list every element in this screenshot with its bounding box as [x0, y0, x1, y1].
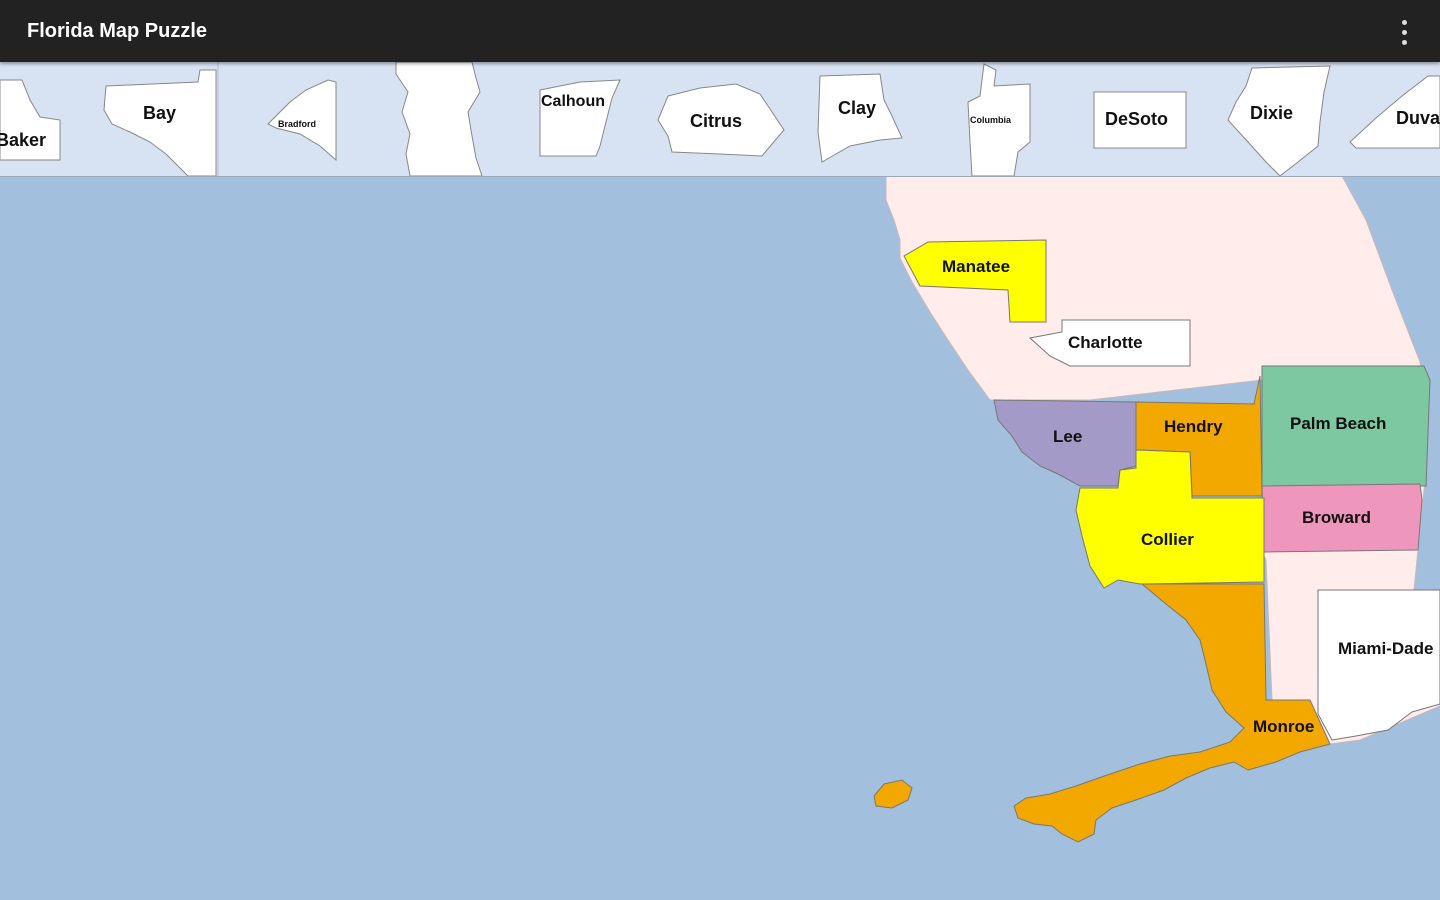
tray-piece-clay[interactable]: Clay: [817, 73, 903, 163]
tray-piece-bay[interactable]: Bay: [103, 69, 217, 176]
svg-text:Lee: Lee: [1053, 427, 1082, 446]
svg-text:Calhoun: Calhoun: [541, 93, 605, 110]
svg-text:Charlotte: Charlotte: [1068, 333, 1143, 352]
svg-text:Palm Beach: Palm Beach: [1290, 414, 1386, 433]
svg-text:Clay: Clay: [838, 98, 876, 118]
county-broward[interactable]: Broward: [1261, 483, 1423, 553]
app-title: Florida Map Puzzle: [27, 20, 208, 42]
svg-text:Collier: Collier: [1141, 530, 1194, 549]
tray-piece-duval[interactable]: Duval: [1349, 75, 1440, 149]
tray-piece-calhoun[interactable]: Calhoun: [539, 79, 621, 157]
tray-canvas: Baker Bay Bradford Calhoun Citrus Clay C…: [0, 62, 1440, 176]
tray-piece-desoto[interactable]: DeSoto: [1093, 91, 1187, 149]
tray-piece-dixie[interactable]: Dixie: [1227, 65, 1331, 176]
map-canvas: Manatee Charlotte Lee Hendry Palm Beach …: [873, 176, 1440, 843]
svg-text:Miami-Dade: Miami-Dade: [1338, 639, 1433, 658]
svg-text:Duval: Duval: [1396, 108, 1440, 128]
svg-text:Broward: Broward: [1302, 508, 1371, 527]
more-vert-icon[interactable]: [1388, 12, 1422, 52]
county-lee[interactable]: Lee: [993, 399, 1137, 487]
tray-piece-unlabeled[interactable]: [395, 62, 483, 176]
map-board[interactable]: Manatee Charlotte Lee Hendry Palm Beach …: [0, 176, 1440, 900]
tray-piece-baker[interactable]: Baker: [0, 79, 61, 161]
tray-piece-columbia[interactable]: Columbia: [967, 63, 1031, 176]
svg-text:Baker: Baker: [0, 130, 46, 150]
tray-piece-bradford[interactable]: Bradford: [267, 79, 337, 162]
svg-text:Dixie: Dixie: [1250, 103, 1293, 123]
county-monroe[interactable]: Monroe: [873, 583, 1331, 843]
piece-tray[interactable]: Baker Bay Bradford Calhoun Citrus Clay C…: [0, 62, 1440, 177]
monroe-island[interactable]: [873, 779, 913, 809]
svg-text:DeSoto: DeSoto: [1105, 109, 1168, 129]
svg-text:Citrus: Citrus: [690, 111, 742, 131]
svg-text:Columbia: Columbia: [970, 115, 1012, 125]
svg-text:Bay: Bay: [143, 103, 176, 123]
county-miami-dade[interactable]: Miami-Dade: [1317, 589, 1440, 741]
app-bar: Florida Map Puzzle: [0, 0, 1440, 62]
svg-text:Bradford: Bradford: [278, 119, 316, 129]
svg-text:Monroe: Monroe: [1253, 717, 1314, 736]
county-palm-beach[interactable]: Palm Beach: [1261, 365, 1431, 487]
svg-text:Hendry: Hendry: [1164, 417, 1223, 436]
tray-piece-citrus[interactable]: Citrus: [657, 83, 785, 157]
svg-text:Manatee: Manatee: [942, 257, 1010, 276]
